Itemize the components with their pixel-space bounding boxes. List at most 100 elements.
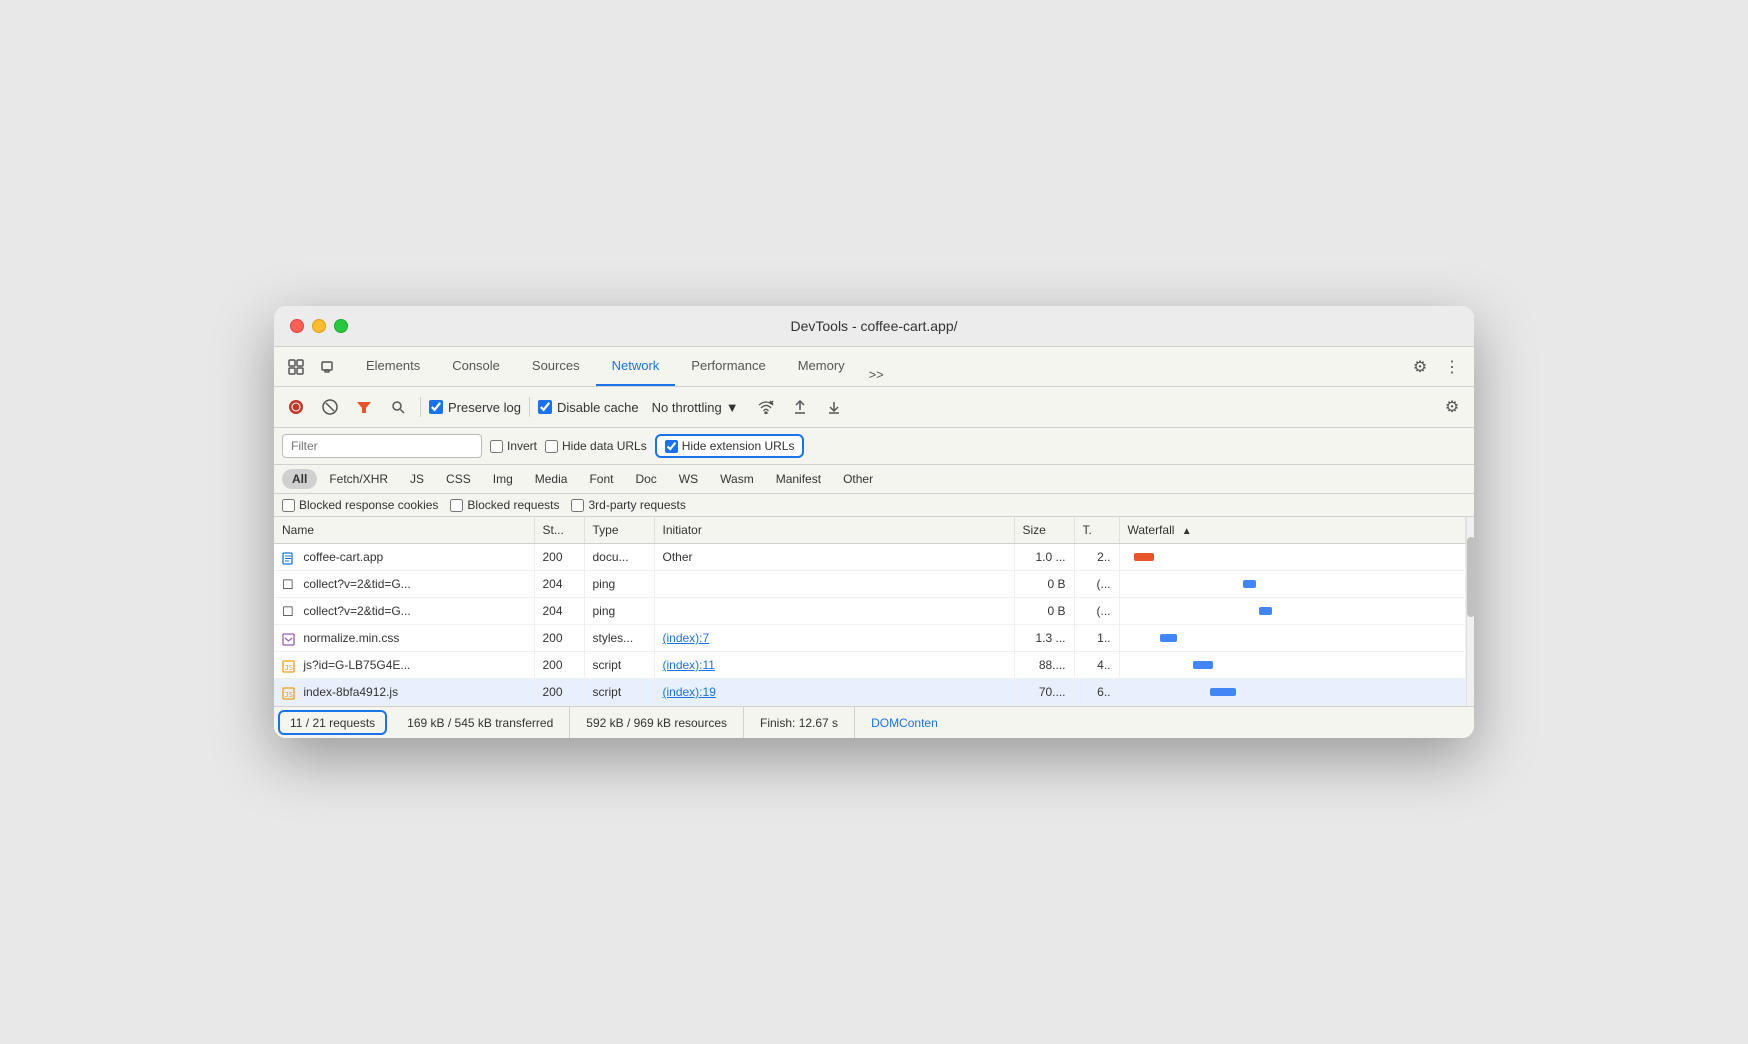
row-status: 200 [534, 544, 584, 571]
disable-cache-checkbox[interactable] [538, 400, 552, 414]
close-button[interactable] [290, 319, 304, 333]
row-type: ping [584, 598, 654, 625]
requests-count: 11 / 21 requests [278, 710, 387, 735]
type-filter-css[interactable]: CSS [436, 469, 481, 489]
table-row[interactable]: ☐ collect?v=2&tid=G... 204 ping 0 B (... [274, 571, 1466, 598]
checkbox-icon: ☐ [282, 577, 296, 591]
toolbar-separator-2 [529, 397, 530, 417]
initiator-link[interactable]: (index):11 [663, 658, 715, 672]
preserve-log-checkbox[interactable] [429, 400, 443, 414]
row-time: (... [1074, 598, 1119, 625]
throttle-select[interactable]: No throttling ▼ [645, 396, 746, 419]
col-header-size[interactable]: Size [1014, 517, 1074, 544]
type-filter-doc[interactable]: Doc [625, 469, 666, 489]
table-row[interactable]: JS index-8bfa4912.js 200 script (index):… [274, 679, 1466, 706]
traffic-lights [290, 319, 348, 333]
stop-recording-button[interactable] [282, 393, 310, 421]
wifi-settings-button[interactable] [752, 393, 780, 421]
type-filter-wasm[interactable]: Wasm [710, 469, 764, 489]
finish-time: Finish: 12.67 s [744, 707, 855, 738]
type-filter-all[interactable]: All [282, 469, 317, 489]
preserve-log-toggle[interactable]: Preserve log [429, 400, 521, 415]
tab-performance[interactable]: Performance [675, 347, 781, 386]
devtools-body: Elements Console Sources Network Perform… [274, 347, 1474, 738]
network-settings-button[interactable]: ⚙ [1438, 393, 1466, 421]
row-waterfall [1119, 544, 1466, 571]
type-filter-fetch-xhr[interactable]: Fetch/XHR [319, 469, 398, 489]
col-header-waterfall[interactable]: Waterfall ▲ [1119, 517, 1466, 544]
settings-icon[interactable]: ⚙ [1406, 353, 1434, 381]
blocked-cookies-checkbox[interactable] [282, 499, 295, 512]
row-size: 0 B [1014, 598, 1074, 625]
type-filter-manifest[interactable]: Manifest [766, 469, 831, 489]
filter-input[interactable] [282, 434, 482, 458]
filter-bar: Invert Hide data URLs Hide extension URL… [274, 428, 1474, 465]
tab-network[interactable]: Network [596, 347, 676, 386]
titlebar: DevTools - coffee-cart.app/ [274, 306, 1474, 347]
type-filter-bar: All Fetch/XHR JS CSS Img Media Font Doc … [274, 465, 1474, 494]
hide-extension-urls-toggle[interactable]: Hide extension URLs [655, 434, 805, 458]
dom-content-loaded: DOMConten [855, 707, 954, 738]
more-icon[interactable]: ⋮ [1438, 353, 1466, 381]
download-button[interactable] [820, 393, 848, 421]
type-filter-font[interactable]: Font [579, 469, 623, 489]
initiator-link[interactable]: (index):7 [663, 631, 710, 645]
type-filter-js[interactable]: JS [400, 469, 434, 489]
blocked-requests-toggle[interactable]: Blocked requests [450, 498, 559, 512]
blocked-cookies-toggle[interactable]: Blocked response cookies [282, 498, 438, 512]
row-waterfall [1119, 679, 1466, 706]
clear-button[interactable] [316, 393, 344, 421]
hide-data-urls-checkbox[interactable] [545, 440, 558, 453]
row-waterfall [1119, 571, 1466, 598]
table-row[interactable]: ☐ collect?v=2&tid=G... 204 ping 0 B (... [274, 598, 1466, 625]
type-filter-media[interactable]: Media [525, 469, 578, 489]
search-button[interactable] [384, 393, 412, 421]
col-header-time[interactable]: T. [1074, 517, 1119, 544]
tab-sources[interactable]: Sources [516, 347, 596, 386]
row-size: 88.... [1014, 652, 1074, 679]
hide-data-urls-toggle[interactable]: Hide data URLs [545, 439, 647, 453]
scrollbar-thumb[interactable] [1467, 537, 1474, 617]
table-row[interactable]: JS js?id=G-LB75G4E... 200 script (index)… [274, 652, 1466, 679]
network-table: Name St... Type Initiator Size T. Waterf… [274, 517, 1466, 706]
throttle-dropdown-icon: ▼ [726, 400, 739, 415]
blocked-requests-checkbox[interactable] [450, 499, 463, 512]
table-row[interactable]: normalize.min.css 200 styles... (index):… [274, 625, 1466, 652]
tab-end-icons: ⚙ ⋮ [1406, 353, 1466, 381]
invert-toggle[interactable]: Invert [490, 439, 537, 453]
row-status: 200 [534, 625, 584, 652]
disable-cache-toggle[interactable]: Disable cache [538, 400, 639, 415]
type-filter-other[interactable]: Other [833, 469, 883, 489]
network-table-container[interactable]: Name St... Type Initiator Size T. Waterf… [274, 517, 1466, 706]
upload-button[interactable] [786, 393, 814, 421]
tab-console[interactable]: Console [436, 347, 516, 386]
initiator-link[interactable]: (index):19 [663, 685, 716, 699]
col-header-type[interactable]: Type [584, 517, 654, 544]
doc-icon [282, 550, 296, 564]
minimize-button[interactable] [312, 319, 326, 333]
device-icon[interactable] [314, 353, 342, 381]
row-waterfall [1119, 598, 1466, 625]
checkbox-icon: ☐ [282, 604, 296, 618]
filter-button[interactable] [350, 393, 378, 421]
third-party-toggle[interactable]: 3rd-party requests [571, 498, 685, 512]
col-header-name[interactable]: Name [274, 517, 534, 544]
css-icon [282, 631, 296, 645]
resources-size: 592 kB / 969 kB resources [570, 707, 744, 738]
type-filter-ws[interactable]: WS [669, 469, 708, 489]
col-header-initiator[interactable]: Initiator [654, 517, 1014, 544]
row-waterfall [1119, 652, 1466, 679]
tab-elements[interactable]: Elements [350, 347, 436, 386]
hide-ext-urls-checkbox[interactable] [665, 440, 678, 453]
invert-checkbox[interactable] [490, 440, 503, 453]
scrollbar-track[interactable] [1466, 517, 1474, 706]
table-row[interactable]: coffee-cart.app 200 docu... Other 1.0 ..… [274, 544, 1466, 571]
third-party-checkbox[interactable] [571, 499, 584, 512]
inspect-icon[interactable] [282, 353, 310, 381]
type-filter-img[interactable]: Img [483, 469, 523, 489]
tab-memory[interactable]: Memory [782, 347, 861, 386]
maximize-button[interactable] [334, 319, 348, 333]
tab-more[interactable]: >> [861, 363, 892, 386]
row-time: 4.. [1074, 652, 1119, 679]
col-header-status[interactable]: St... [534, 517, 584, 544]
